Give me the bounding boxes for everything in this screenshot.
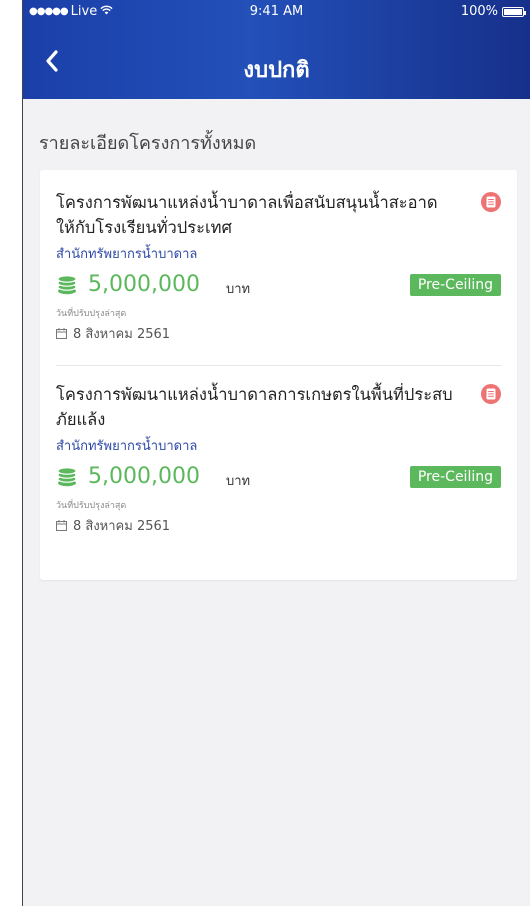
updated-label: วันที่ปรับปรุงล่าสุด [56, 309, 127, 319]
status-badge: Pre-Ceiling [409, 466, 501, 488]
document-icon[interactable] [481, 384, 501, 404]
status-time: 9:41 AM [249, 4, 304, 19]
updated-date: 8 สิงหาคม 2561 [73, 519, 171, 534]
updated-label: วันที่ปรับปรุงล่าสุด [56, 501, 127, 511]
project-title: โครงการพัฒนาแหล่งน้ำบาดาลการเกษตรในพื้นท… [56, 385, 453, 429]
project-item[interactable]: โครงการพัฒนาแหล่งน้ำบาดาลเพื่อสนับสนุนน้… [56, 190, 501, 344]
calendar-icon [56, 520, 67, 531]
currency-unit: บาท [226, 282, 251, 297]
project-title: โครงการพัฒนาแหล่งน้ำบาดาลเพื่อสนับสนุนน้… [56, 193, 438, 237]
battery-icon [502, 6, 526, 17]
updated-date: 8 สิงหาคม 2561 [73, 327, 171, 342]
currency-unit: บาท [226, 474, 251, 489]
document-icon[interactable] [481, 192, 501, 212]
divider [56, 365, 501, 366]
project-agency: สำนักทรัพยากรน้ำบาดาล [56, 439, 198, 454]
projects-card: โครงการพัฒนาแหล่งน้ำบาดาลเพื่อสนับสนุนน้… [40, 170, 517, 580]
calendar-icon [56, 328, 67, 339]
project-agency: สำนักทรัพยากรน้ำบาดาล [56, 247, 198, 262]
battery-percent: 100% [460, 4, 498, 19]
status-badge: Pre-Ceiling [409, 274, 501, 296]
navigation-header: ●●●●● Live 9:41 AM 100% งบปกติ [23, 0, 530, 99]
budget-row: 5,000,000 บาท Pre-Ceiling [56, 462, 501, 496]
app-screen: ●●●●● Live 9:41 AM 100% งบปกติ รายละเอีย… [22, 0, 530, 906]
project-item[interactable]: โครงการพัฒนาแหล่งน้ำบาดาลการเกษตรในพื้นท… [56, 382, 501, 536]
updated-date-row: 8 สิงหาคม 2561 [56, 515, 501, 536]
status-right: 100% [460, 4, 526, 19]
status-bar: ●●●●● Live 9:41 AM 100% [23, 0, 530, 22]
budget-row: 5,000,000 บาท Pre-Ceiling [56, 270, 501, 304]
coins-icon [56, 274, 78, 300]
coins-icon [56, 466, 78, 492]
section-title: รายละเอียดโครงการทั้งหมด [39, 133, 257, 154]
budget-amount: 5,000,000 [88, 272, 200, 297]
page-title: งบปกติ [243, 58, 310, 83]
budget-amount: 5,000,000 [88, 464, 200, 489]
updated-date-row: 8 สิงหาคม 2561 [56, 323, 501, 344]
